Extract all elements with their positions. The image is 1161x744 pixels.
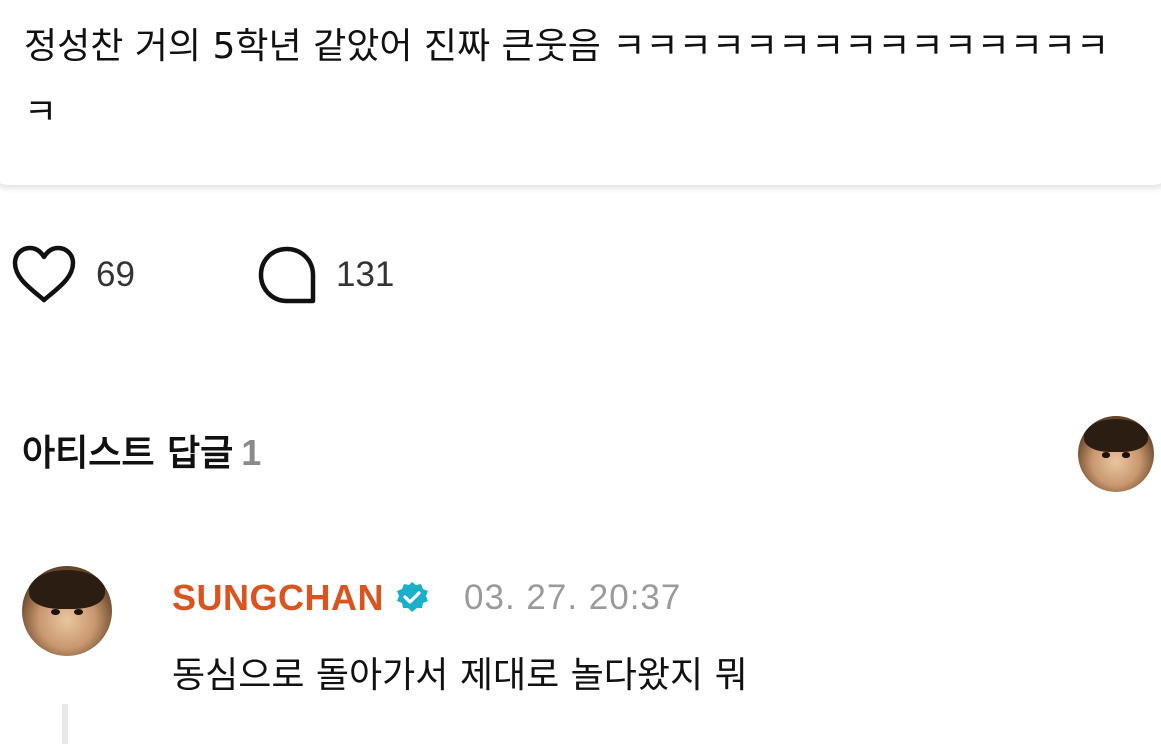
reply-text: 동심으로 돌아가서 제대로 놀다왔지 뭐 [172, 655, 748, 696]
like-button[interactable]: 69 [10, 242, 135, 308]
section-title: 아티스트 답글 [22, 433, 234, 474]
artist-replies-header: 아티스트 답글 1 [22, 424, 261, 488]
post-text: 정성찬 거의 5학년 같았어 진짜 큰웃음 ㅋㅋㅋㅋㅋㅋㅋㅋㅋㅋㅋㅋㅋㅋㅋㅋ [24, 26, 1110, 133]
like-count: 69 [96, 255, 135, 294]
comment-button[interactable]: 131 [256, 242, 394, 308]
heart-icon [12, 245, 76, 303]
reply-author-name[interactable]: SUNGCHAN [172, 577, 384, 619]
reply-count: 1 [241, 432, 262, 473]
reply-author-avatar[interactable] [22, 566, 112, 656]
verified-badge-icon [397, 582, 429, 612]
comment-count: 131 [336, 255, 395, 294]
reply-timestamp: 03. 27. 20:37 [464, 578, 682, 617]
artist-avatar[interactable] [1078, 416, 1154, 492]
thread-line [62, 704, 68, 744]
reply-header: SUNGCHAN 03. 27. 20:37 [172, 570, 681, 626]
speech-bubble-icon [258, 246, 316, 304]
